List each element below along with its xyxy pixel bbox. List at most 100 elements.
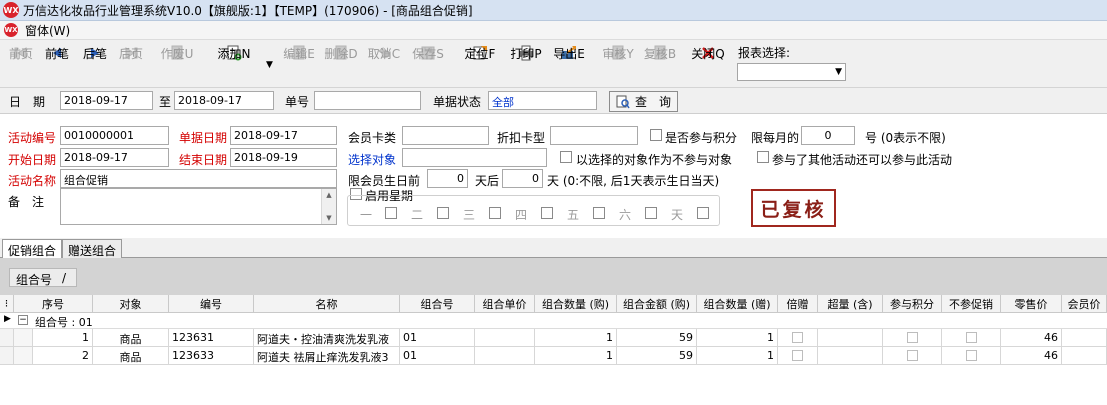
report-select[interactable]: ▼ bbox=[737, 63, 846, 81]
activity-no-field[interactable]: 0010000001 bbox=[60, 126, 169, 145]
cell-amount-buy[interactable]: 59 bbox=[617, 329, 697, 347]
close-button[interactable]: 关闭Q bbox=[690, 43, 726, 85]
weekday-checkbox[interactable] bbox=[489, 207, 501, 219]
group-row[interactable]: ▶ − 组合号 : 01 bbox=[0, 313, 1107, 329]
cell-amount-buy[interactable]: 59 bbox=[617, 347, 697, 365]
edit-button[interactable]: 编辑E bbox=[281, 43, 317, 85]
cell-name[interactable]: 阿道夫 祛屑止痒洗发乳液3 bbox=[254, 347, 400, 365]
scroll-up-icon[interactable]: ▲ bbox=[326, 191, 331, 199]
end-date-field[interactable]: 2018-09-19 bbox=[230, 148, 337, 167]
tab-promo-combo[interactable]: 促销组合 bbox=[2, 239, 63, 259]
weekday-checkbox[interactable] bbox=[541, 207, 553, 219]
select-target-field[interactable] bbox=[402, 148, 547, 167]
select-target-link[interactable]: 选择对象 bbox=[348, 151, 396, 168]
start-date-field[interactable]: 2018-09-17 bbox=[60, 148, 169, 167]
menu-window[interactable]: 窗体(W) bbox=[22, 22, 73, 39]
review-button[interactable]: 复核B bbox=[642, 43, 678, 85]
column-header[interactable]: 组合数量 (赠) bbox=[697, 295, 778, 313]
export-button[interactable]: 导出E bbox=[551, 43, 587, 85]
column-header[interactable]: 组合单价 bbox=[475, 295, 535, 313]
no-promo-checkbox[interactable] bbox=[965, 332, 977, 343]
points-grid-checkbox[interactable] bbox=[906, 350, 918, 361]
weekday-checkbox[interactable] bbox=[697, 207, 709, 219]
cancel-button[interactable]: 取消C bbox=[366, 43, 402, 85]
weekday-checkbox[interactable] bbox=[385, 207, 397, 219]
collapse-icon[interactable]: − bbox=[18, 315, 28, 325]
cell-member-price[interactable] bbox=[1062, 329, 1107, 347]
cell-points[interactable] bbox=[883, 329, 942, 347]
cell-price[interactable] bbox=[475, 329, 535, 347]
birthday-after-field[interactable]: 0 bbox=[502, 169, 543, 188]
approve-button[interactable]: 审核Y bbox=[600, 43, 636, 85]
column-header[interactable]: 组合号 bbox=[400, 295, 475, 313]
birthday-before-field[interactable]: 0 bbox=[427, 169, 468, 188]
cell-qty-gift[interactable]: 1 bbox=[697, 329, 778, 347]
column-header[interactable]: 对象 bbox=[93, 295, 169, 313]
column-header[interactable]: 序号 bbox=[14, 295, 93, 313]
search-button[interactable]: 查 询 bbox=[609, 91, 678, 112]
cell-no-promo[interactable] bbox=[942, 347, 1001, 365]
date-to-field[interactable]: 2018-09-17 bbox=[174, 91, 274, 110]
multi-gift-checkbox[interactable] bbox=[792, 350, 803, 361]
column-header[interactable]: 会员价 bbox=[1062, 295, 1107, 313]
activity-name-field[interactable]: 组合促销 bbox=[60, 169, 337, 188]
cell-retail[interactable]: 46 bbox=[1001, 347, 1062, 365]
column-header[interactable]: 零售价 bbox=[1001, 295, 1062, 313]
prev-record-button[interactable]: 前笔 bbox=[42, 43, 72, 85]
discount-type-field[interactable] bbox=[550, 126, 638, 145]
exclude-target-checkbox[interactable] bbox=[560, 151, 572, 163]
status-field[interactable]: 全部 bbox=[488, 91, 597, 110]
multi-gift-checkbox[interactable] bbox=[792, 332, 803, 343]
column-header[interactable]: 超量 (含) bbox=[818, 295, 883, 313]
scroll-down-icon[interactable]: ▼ bbox=[326, 214, 331, 222]
cell-points[interactable] bbox=[883, 347, 942, 365]
column-header[interactable]: 不参促销 bbox=[942, 295, 1001, 313]
doc-no-field[interactable] bbox=[314, 91, 421, 110]
save-button[interactable]: 保存S bbox=[410, 43, 446, 85]
cell-retail[interactable]: 46 bbox=[1001, 329, 1062, 347]
weekday-checkbox[interactable] bbox=[437, 207, 449, 219]
member-type-field[interactable] bbox=[402, 126, 489, 145]
cell-code[interactable]: 123631 bbox=[169, 329, 254, 347]
points-grid-checkbox[interactable] bbox=[906, 332, 918, 343]
column-header[interactable]: 参与积分 bbox=[883, 295, 942, 313]
cell-type[interactable]: 商品 bbox=[93, 329, 169, 347]
cell-overflow[interactable] bbox=[818, 329, 883, 347]
column-header[interactable]: 组合数量 (购) bbox=[535, 295, 617, 313]
cell-seq[interactable]: 2 bbox=[33, 347, 93, 365]
cell-group[interactable]: 01 bbox=[400, 329, 475, 347]
column-header[interactable]: 名称 bbox=[254, 295, 400, 313]
column-header[interactable]: 倍赠 bbox=[778, 295, 818, 313]
cell-multi-gift[interactable] bbox=[778, 329, 818, 347]
no-promo-checkbox[interactable] bbox=[965, 350, 977, 361]
last-page-button[interactable]: 后页 bbox=[116, 43, 146, 85]
cell-member-price[interactable] bbox=[1062, 347, 1107, 365]
add-dropdown-icon[interactable]: ▼ bbox=[266, 60, 273, 70]
memo-scrollbar[interactable]: ▲ ▼ bbox=[321, 189, 336, 224]
next-record-button[interactable]: 后笔 bbox=[80, 43, 110, 85]
date-from-field[interactable]: 2018-09-17 bbox=[60, 91, 153, 110]
points-checkbox[interactable] bbox=[650, 129, 662, 141]
cell-price[interactable] bbox=[475, 347, 535, 365]
column-header[interactable]: 组合金额 (购) bbox=[617, 295, 697, 313]
column-header[interactable]: 编号 bbox=[169, 295, 254, 313]
cell-no-promo[interactable] bbox=[942, 329, 1001, 347]
cell-multi-gift[interactable] bbox=[778, 347, 818, 365]
weekday-checkbox[interactable] bbox=[593, 207, 605, 219]
cell-qty-gift[interactable]: 1 bbox=[697, 347, 778, 365]
cell-seq[interactable]: 1 bbox=[33, 329, 93, 347]
cell-qty-buy[interactable]: 1 bbox=[535, 347, 617, 365]
doc-date-field[interactable]: 2018-09-17 bbox=[230, 126, 337, 145]
add-button[interactable]: 添加N bbox=[215, 43, 253, 85]
memo-field[interactable]: ▲ ▼ bbox=[60, 188, 337, 225]
cell-type[interactable]: 商品 bbox=[93, 347, 169, 365]
other-activity-checkbox[interactable] bbox=[757, 151, 769, 163]
locate-button[interactable]: 定位F bbox=[462, 43, 498, 85]
cell-overflow[interactable] bbox=[818, 347, 883, 365]
cell-code[interactable]: 123633 bbox=[169, 347, 254, 365]
print-button[interactable]: 打印P bbox=[508, 43, 544, 85]
cell-name[interactable]: 阿道夫・控油清爽洗发乳液 bbox=[254, 329, 400, 347]
first-page-button[interactable]: 前页 bbox=[6, 43, 36, 85]
cell-group[interactable]: 01 bbox=[400, 347, 475, 365]
tab-gift-combo[interactable]: 赠送组合 bbox=[62, 239, 123, 258]
